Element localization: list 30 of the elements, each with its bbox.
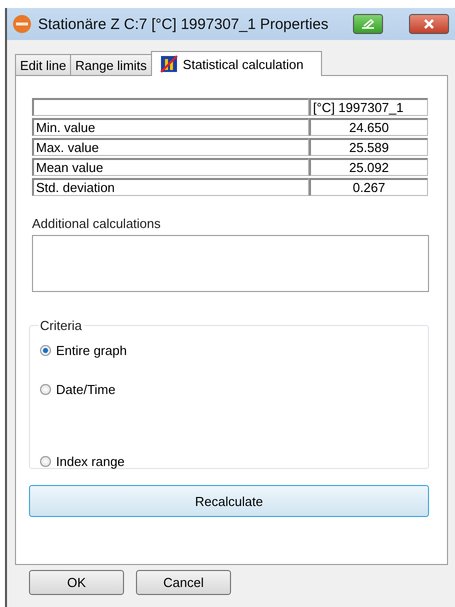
cancel-button[interactable]: Cancel <box>136 570 231 595</box>
tab[interactable]: Range limits <box>70 54 152 75</box>
tab[interactable]: Statistical calculation <box>150 51 322 76</box>
table-cell: Max. value <box>32 138 309 156</box>
radio-option[interactable]: Entire graph <box>40 341 418 359</box>
pencil-icon <box>360 18 376 30</box>
radio-button[interactable] <box>40 344 51 356</box>
table-cell: Std. deviation <box>32 178 309 196</box>
radio-option[interactable]: Date/Time <box>40 380 418 398</box>
chart-icon <box>160 55 178 73</box>
table-cell: 25.092 <box>309 158 428 176</box>
edit-button[interactable] <box>353 14 383 34</box>
radio-option[interactable]: Index range <box>40 452 418 470</box>
table-cell: 0.267 <box>309 178 428 196</box>
table-cell: 24.650 <box>309 118 428 136</box>
group-title: Criteria <box>39 318 83 333</box>
ok-button[interactable]: OK <box>29 570 124 595</box>
table-cell: Min. value <box>32 118 309 136</box>
radio-button[interactable] <box>40 456 51 466</box>
section-label: Additional calculations <box>32 216 162 231</box>
close-icon <box>423 18 435 30</box>
radio-button[interactable] <box>40 384 51 394</box>
table-cell: 25.589 <box>309 138 428 156</box>
window-title: Stationäre Z C:7 [°C] 1997307_1 Properties <box>38 16 330 32</box>
column-header: [°C] 1997307_1 <box>309 98 428 116</box>
recalculate-button[interactable]: Recalculate <box>29 485 429 517</box>
close-button[interactable] <box>409 14 449 34</box>
table-cell: Mean value <box>32 158 309 176</box>
app-logo-icon <box>12 14 32 34</box>
tab[interactable]: Edit line <box>15 54 72 75</box>
